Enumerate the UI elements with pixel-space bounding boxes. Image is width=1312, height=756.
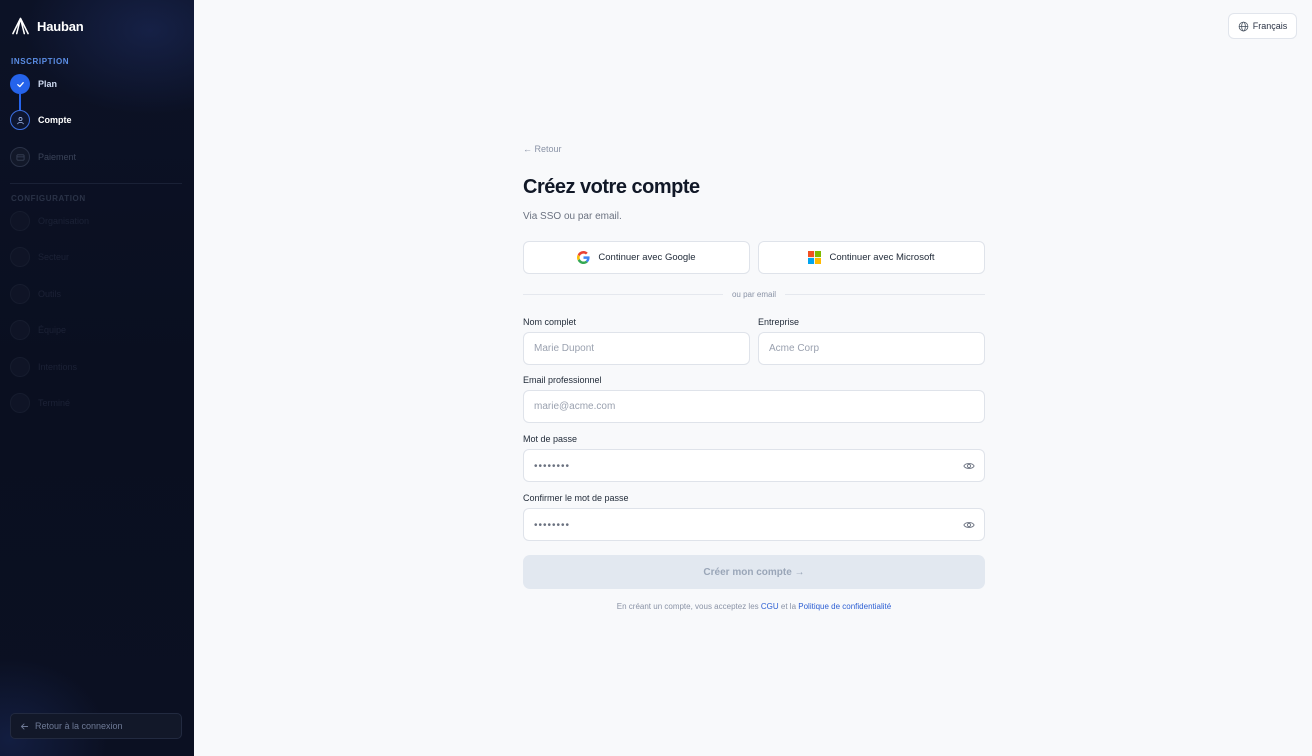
hauban-logo-icon xyxy=(12,17,29,35)
divider-line-right xyxy=(785,294,985,295)
back-link[interactable]: ← Retour xyxy=(523,144,562,154)
password-label: Mot de passe xyxy=(523,434,578,444)
full-name-label: Nom complet xyxy=(523,317,577,327)
back-to-login-button[interactable]: Retour à la connexion xyxy=(10,713,182,739)
microsoft-icon xyxy=(808,251,822,264)
full-name-input[interactable] xyxy=(523,332,750,365)
language-selector[interactable]: Français xyxy=(1228,13,1297,39)
step-equipe: Équipe xyxy=(10,320,66,340)
email-label: Email professionnel xyxy=(523,375,602,385)
step-plan[interactable]: Plan xyxy=(10,74,57,94)
step-plan-label: Plan xyxy=(38,79,58,89)
section-inscription-label: INSCRIPTION xyxy=(11,57,70,66)
briefcase-icon xyxy=(10,247,30,267)
card-icon xyxy=(10,147,30,167)
step-organisation-label: Organisation xyxy=(38,216,90,226)
privacy-policy-link[interactable]: Politique de confidentialité xyxy=(798,602,891,611)
google-icon xyxy=(577,251,590,264)
tool-icon xyxy=(10,284,30,304)
create-account-label: Créer mon compte → xyxy=(703,566,805,578)
google-sso-label: Continuer avec Google xyxy=(598,252,696,263)
microsoft-sso-label: Continuer avec Microsoft xyxy=(829,252,935,263)
step-compte[interactable]: Compte xyxy=(10,110,72,130)
step-organisation: Organisation xyxy=(10,211,89,231)
microsoft-sso-button[interactable]: Continuer avec Microsoft xyxy=(758,241,985,274)
create-account-button[interactable]: Créer mon compte → xyxy=(523,555,985,589)
check-icon xyxy=(10,74,30,94)
building-icon xyxy=(10,211,30,231)
eye-icon[interactable] xyxy=(963,520,975,530)
section-configuration-label: CONFIGURATION xyxy=(11,194,86,203)
terms-and: et la xyxy=(780,602,797,611)
password-input[interactable]: •••••••• xyxy=(523,449,985,482)
company-label: Entreprise xyxy=(758,317,800,327)
divider-line-left xyxy=(523,294,723,295)
step-connector xyxy=(19,94,21,110)
confirm-password-input[interactable]: •••••••• xyxy=(523,508,985,541)
divider-text: ou par email xyxy=(731,290,777,299)
user-icon xyxy=(10,110,30,130)
company-input[interactable] xyxy=(758,332,985,365)
sidebar: Hauban INSCRIPTION Plan Compte Paiement … xyxy=(0,0,194,756)
brand-name: Hauban xyxy=(37,18,84,34)
step-secteur-label: Secteur xyxy=(38,252,70,262)
cgu-link[interactable]: CGU xyxy=(761,602,779,611)
step-equipe-label: Équipe xyxy=(38,325,67,335)
sidebar-divider xyxy=(10,183,182,184)
arrow-left-icon xyxy=(20,723,29,729)
step-compte-label: Compte xyxy=(38,115,72,125)
flag-icon xyxy=(10,393,30,413)
step-paiement-label: Paiement xyxy=(38,152,77,162)
step-outils: Outils xyxy=(10,284,61,304)
step-termine-label: Terminé xyxy=(38,398,71,408)
confirm-password-label: Confirmer le mot de passe xyxy=(523,493,629,503)
terms-prefix: En créant un compte, vous acceptez les xyxy=(616,602,759,611)
password-placeholder: •••••••• xyxy=(534,461,571,472)
back-to-login-label: Retour à la connexion xyxy=(35,721,123,731)
step-outils-label: Outils xyxy=(38,289,62,299)
page-subtitle: Via SSO ou par email. xyxy=(523,211,622,222)
target-icon xyxy=(10,357,30,377)
eye-icon[interactable] xyxy=(963,461,975,471)
step-intentions-label: Intentions xyxy=(38,362,78,372)
email-input[interactable] xyxy=(523,390,985,423)
step-secteur: Secteur xyxy=(10,247,69,267)
step-paiement[interactable]: Paiement xyxy=(10,147,76,167)
language-label: Français xyxy=(1252,21,1288,31)
globe-icon xyxy=(1238,21,1249,31)
step-termine: Terminé xyxy=(10,393,70,413)
terms-notice: En créant un compte, vous acceptez les C… xyxy=(523,602,985,611)
google-sso-button[interactable]: Continuer avec Google xyxy=(523,241,750,274)
team-icon xyxy=(10,320,30,340)
step-intentions: Intentions xyxy=(10,357,77,377)
brand[interactable]: Hauban xyxy=(11,17,84,35)
confirm-password-placeholder: •••••••• xyxy=(534,520,571,531)
page-title: Créez votre compte xyxy=(523,176,700,198)
